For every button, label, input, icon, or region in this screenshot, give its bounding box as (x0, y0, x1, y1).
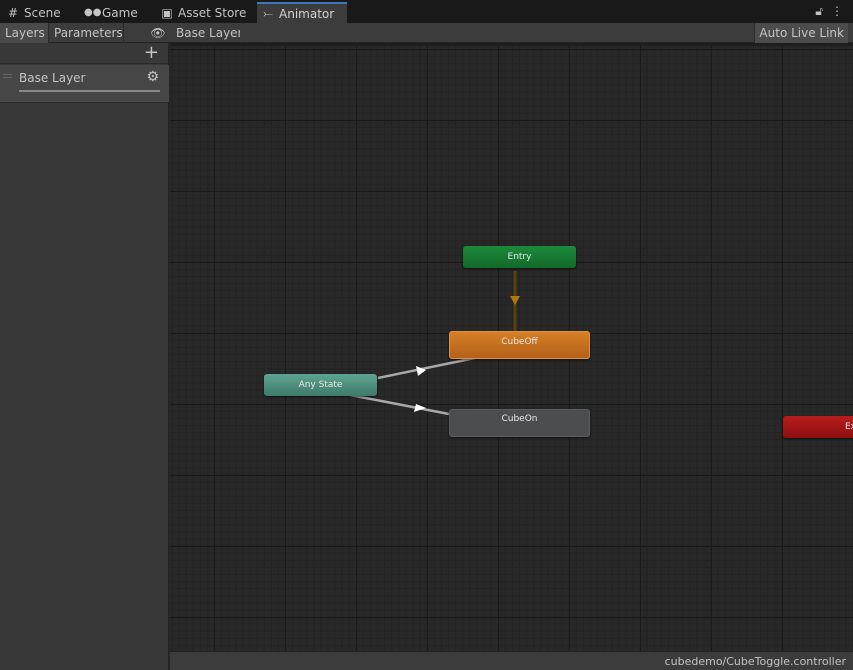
gear-icon[interactable]: ⚙ (146, 69, 159, 85)
breadcrumb: 👁︎ Base Layer (148, 23, 253, 43)
transition-entry-to-cubeoff[interactable] (510, 271, 520, 332)
state-exit[interactable]: Exit (783, 416, 853, 438)
layer-name: Base Layer (19, 71, 86, 85)
layers-panel: + Base Layer ⚙ (0, 43, 169, 670)
tab-label: Scene (24, 5, 61, 20)
grid-icon: # (7, 5, 19, 20)
tab-game[interactable]: ●● Game (80, 2, 156, 23)
tab-scene[interactable]: # Scene (2, 2, 80, 23)
animator-icon: ⤚ (263, 6, 273, 20)
toolbar: Layers Parameters 👁︎ Base Layer Auto Liv… (0, 23, 853, 43)
tab-asset-store[interactable]: ▣ Asset Store (156, 2, 256, 23)
shopping-bag-icon: ▣ (161, 5, 173, 20)
kebab-menu-icon[interactable]: ⋮ (831, 4, 843, 19)
status-bar: cubedemo/CubeToggle.controller (170, 651, 853, 670)
parameters-tab-button[interactable]: Parameters (49, 23, 124, 43)
state-cubeoff[interactable]: CubeOff (449, 331, 590, 359)
layer-weight-bar (19, 90, 160, 92)
layers-panel-header: + (0, 43, 168, 64)
auto-live-link-button[interactable]: Auto Live Link (754, 23, 848, 43)
tab-label: Asset Store (178, 5, 247, 20)
tab-animator[interactable]: ⤚ Animator (257, 2, 347, 23)
lock-icon[interactable]: 🔓︎ (815, 4, 823, 19)
drag-handle-icon[interactable] (3, 74, 12, 78)
gamepad-icon: ●● (84, 7, 102, 18)
controller-path: cubedemo/CubeToggle.controller (664, 655, 846, 668)
animator-window: # Scene ●● Game ▣ Asset Store ⤚ Animator… (0, 0, 853, 670)
layer-item[interactable]: Base Layer ⚙ (0, 65, 169, 103)
tab-label: Animator (279, 6, 335, 21)
state-any-state[interactable]: Any State (264, 374, 377, 396)
transition-anystate-to-cubeoff[interactable] (377, 356, 476, 380)
state-machine-graph[interactable]: Entry CubeOff Any State CubeOn Exit (170, 43, 853, 651)
window-controls: 🔓︎ ⋮ (815, 4, 843, 19)
tab-bar: # Scene ●● Game ▣ Asset Store ⤚ Animator… (0, 0, 853, 23)
transition-anystate-to-cubeon[interactable] (349, 393, 450, 416)
state-entry[interactable]: Entry (463, 246, 576, 268)
breadcrumb-arrow (240, 23, 248, 43)
tab-label: Game (102, 5, 138, 20)
add-layer-button[interactable]: + (144, 43, 159, 62)
state-cubeon[interactable]: CubeOn (449, 409, 590, 437)
layers-tab-button[interactable]: Layers (0, 23, 49, 43)
eye-icon[interactable]: 👁︎ (148, 26, 168, 40)
